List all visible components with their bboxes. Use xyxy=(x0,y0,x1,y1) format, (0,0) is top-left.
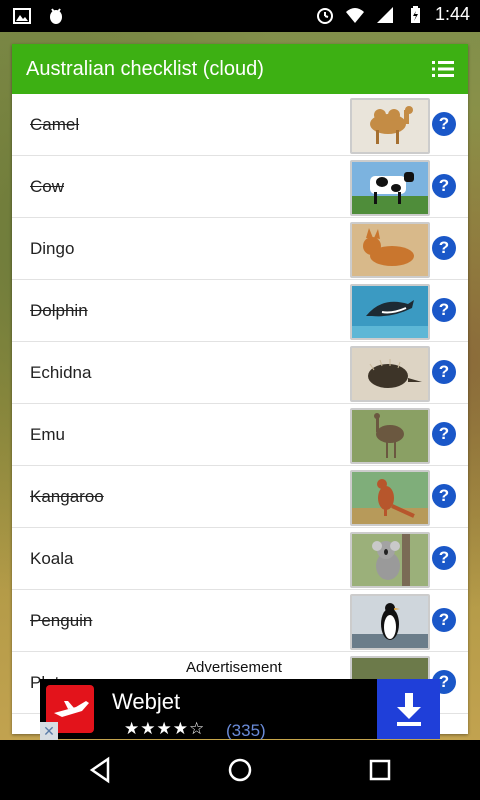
home-icon[interactable] xyxy=(225,755,255,785)
ad-rating-stars: ★★★★☆ xyxy=(124,719,206,738)
navigation-bar xyxy=(0,740,480,800)
image-icon xyxy=(13,8,31,24)
animal-name: Dingo xyxy=(30,238,75,258)
help-icon[interactable]: ? xyxy=(432,174,456,198)
clock: 1:44 xyxy=(434,4,470,24)
animal-name: Cow xyxy=(30,176,65,196)
back-icon[interactable] xyxy=(86,755,116,785)
list-menu-icon[interactable] xyxy=(430,56,456,82)
list-item[interactable]: Penguin ? xyxy=(12,590,468,652)
alarm-icon xyxy=(316,7,333,24)
ad-banner[interactable]: Webjet ★★★★☆ (335) xyxy=(40,679,440,740)
animal-name: Camel xyxy=(30,114,80,134)
list-item[interactable]: Koala ? xyxy=(12,528,468,590)
checklist-card: Australian checklist (cloud) Camel ? Cow… xyxy=(12,44,468,734)
status-bar: 1:44 xyxy=(0,0,480,32)
signal-icon xyxy=(376,6,393,23)
help-icon[interactable]: ? xyxy=(432,112,456,136)
emu-thumbnail xyxy=(350,408,430,464)
wifi-icon xyxy=(345,7,364,23)
recents-icon[interactable] xyxy=(365,755,395,785)
list-item[interactable]: Camel ? xyxy=(12,94,468,156)
ad-rating-count: (335) xyxy=(226,721,266,740)
echidna-thumbnail xyxy=(350,346,430,402)
help-icon[interactable]: ? xyxy=(432,236,456,260)
dolphin-thumbnail xyxy=(350,284,430,340)
list-item[interactable]: Echidna ? xyxy=(12,342,468,404)
koala-thumbnail xyxy=(350,532,430,588)
help-icon[interactable]: ? xyxy=(432,608,456,632)
android-debug-icon xyxy=(50,8,62,24)
animal-list: Camel ? Cow ? Dingo ? Dolphin ? Echidna … xyxy=(12,94,468,734)
help-icon[interactable]: ? xyxy=(432,546,456,570)
animal-name: Dolphin xyxy=(30,300,88,320)
list-item[interactable]: Cow ? xyxy=(12,156,468,218)
help-icon[interactable]: ? xyxy=(432,422,456,446)
list-item[interactable]: Emu ? xyxy=(12,404,468,466)
ad-app-name: Webjet xyxy=(112,689,181,714)
app-toolbar: Australian checklist (cloud) xyxy=(12,44,468,94)
dingo-thumbnail xyxy=(350,222,430,278)
download-button[interactable] xyxy=(377,679,440,739)
animal-name: Kangaroo xyxy=(30,486,104,506)
download-icon xyxy=(396,693,421,726)
camel-thumbnail xyxy=(350,98,430,154)
list-item[interactable]: Dolphin ? xyxy=(12,280,468,342)
list-item[interactable]: Dingo ? xyxy=(12,218,468,280)
ad-close-icon[interactable]: ✕ xyxy=(40,722,58,740)
ad-label: Advertisement xyxy=(186,659,282,676)
help-icon[interactable]: ? xyxy=(432,484,456,508)
animal-name: Echidna xyxy=(30,362,92,382)
kangaroo-thumbnail xyxy=(350,470,430,526)
app-title: Australian checklist (cloud) xyxy=(26,57,264,80)
animal-name: Penguin xyxy=(30,610,93,630)
battery-icon xyxy=(410,5,420,23)
help-icon[interactable]: ? xyxy=(432,298,456,322)
cow-thumbnail xyxy=(350,160,430,216)
animal-name: Emu xyxy=(30,424,65,444)
animal-name: Koala xyxy=(30,548,74,568)
list-item[interactable]: Kangaroo ? xyxy=(12,466,468,528)
penguin-thumbnail xyxy=(350,594,430,650)
help-icon[interactable]: ? xyxy=(432,360,456,384)
